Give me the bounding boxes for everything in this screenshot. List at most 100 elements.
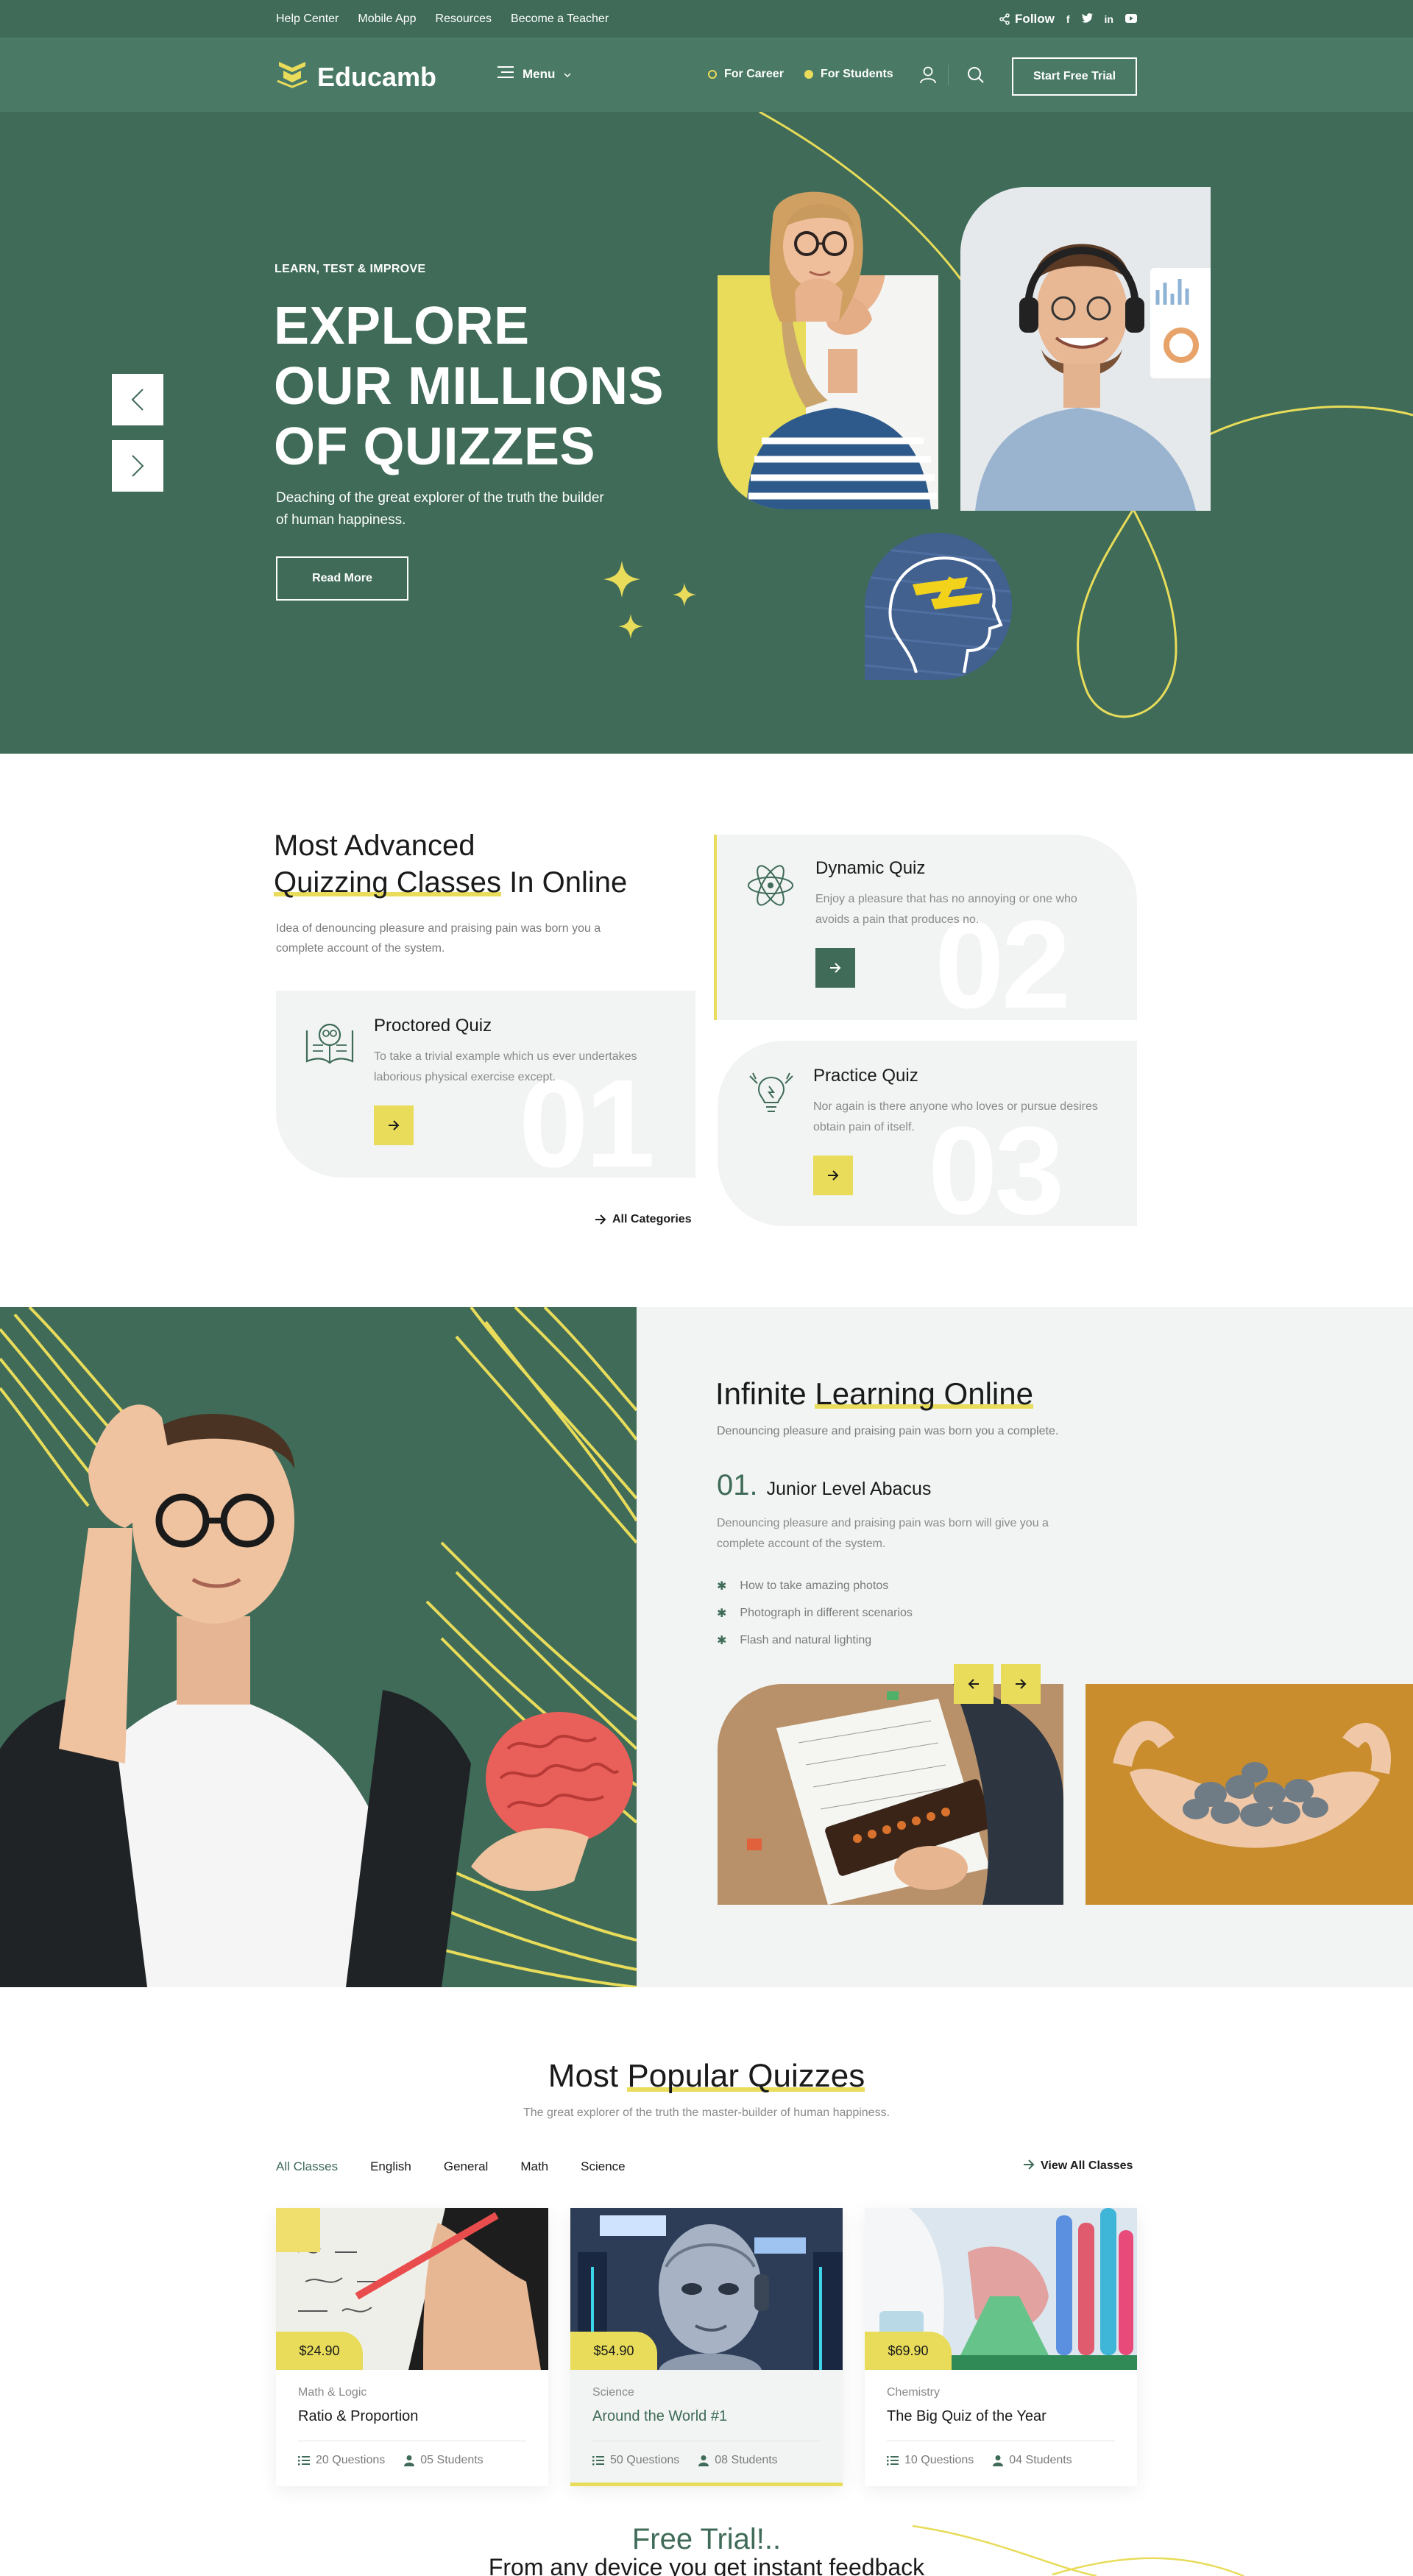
students-label: 05 Students bbox=[420, 2454, 484, 2466]
chevron-down-icon bbox=[564, 67, 571, 82]
price-badge: $24.90 bbox=[276, 2332, 363, 2370]
twitter-icon[interactable] bbox=[1081, 13, 1093, 25]
chevron-right-icon bbox=[132, 455, 144, 477]
quiz-filter-tabs: All Classes English General Math Science bbox=[276, 2159, 626, 2174]
tab-science[interactable]: Science bbox=[581, 2159, 625, 2174]
tab-math[interactable]: Math bbox=[520, 2159, 548, 2174]
category-card-proctored: 01 Proctored Quiz To take a trivial exam… bbox=[276, 991, 695, 1178]
hero-image-woman-head bbox=[751, 182, 876, 322]
hero-image-man-headphones bbox=[960, 187, 1211, 511]
categories-description: Idea of denouncing pleasure and praising… bbox=[276, 922, 601, 955]
tab-english[interactable]: English bbox=[370, 2159, 411, 2174]
list-item: ✱ Flash and natural lighting bbox=[717, 1627, 913, 1654]
card-arrow-button[interactable] bbox=[815, 948, 855, 988]
students-label: 08 Students bbox=[715, 2454, 778, 2466]
learning-item-number: 01. bbox=[717, 1469, 758, 1501]
card-text: Enjoy a pleasure that has no annoying or… bbox=[815, 893, 1077, 926]
quiz-category: Science bbox=[592, 2386, 634, 2399]
quiz-category: Chemistry bbox=[887, 2386, 941, 2399]
categories-title: Most Advanced Quizzing Classes In Online bbox=[274, 827, 627, 901]
all-categories-label: All Categories bbox=[612, 1213, 692, 1225]
slider-prev-button[interactable] bbox=[112, 374, 163, 425]
bullet-text: Flash and natural lighting bbox=[740, 1633, 872, 1646]
questions-count: 50 Questions bbox=[592, 2454, 679, 2467]
start-free-trial-button[interactable]: Start Free Trial bbox=[1012, 57, 1137, 96]
students-count: 04 Students bbox=[993, 2454, 1072, 2467]
top-link-resources[interactable]: Resources bbox=[436, 13, 492, 26]
students-label: 04 Students bbox=[1009, 2454, 1072, 2466]
quiz-title[interactable]: The Big Quiz of the Year bbox=[887, 2408, 1047, 2425]
arrow-right-icon bbox=[830, 963, 841, 973]
top-link-become-teacher[interactable]: Become a Teacher bbox=[511, 13, 609, 26]
quiz-category: Math & Logic bbox=[298, 2386, 367, 2399]
questions-count: 10 Questions bbox=[887, 2454, 974, 2467]
free-trial-title: Free Trial!.. bbox=[631, 2523, 782, 2555]
filled-dot-icon bbox=[804, 70, 813, 79]
questions-label: 10 Questions bbox=[904, 2454, 974, 2466]
learning-title-highlight: Learning Online bbox=[815, 1376, 1033, 1411]
student-icon bbox=[698, 2455, 709, 2466]
categories-title-line-1: Most Advanced bbox=[274, 829, 475, 862]
read-more-button[interactable]: Read More bbox=[276, 556, 408, 601]
hero-section: LEARN, TEST & IMPROVE EXPLORE OUR MILLIO… bbox=[0, 112, 1413, 754]
popular-title: Most Popular Quizzes bbox=[0, 2058, 1413, 2095]
popular-title-highlight: Popular Quizzes bbox=[627, 2058, 865, 2094]
quiz-card-ratio[interactable]: $24.90 Math & Logic Ratio & Proportion 2… bbox=[276, 2208, 548, 2486]
bullet-text: How to take amazing photos bbox=[740, 1579, 889, 1592]
menu-toggle[interactable]: Menu bbox=[497, 66, 571, 82]
user-icon[interactable] bbox=[920, 66, 936, 88]
quiz-title[interactable]: Ratio & Proportion bbox=[298, 2408, 418, 2425]
brand-name: Educamb bbox=[317, 61, 437, 92]
learning-bullets: ✱ How to take amazing photos ✱ Photograph … bbox=[717, 1572, 913, 1654]
quiz-meta: 20 Questions 05 Students bbox=[298, 2454, 484, 2467]
linkedin-icon[interactable]: in bbox=[1105, 13, 1113, 25]
hamburger-icon bbox=[497, 66, 514, 82]
learning-item-heading: 01. Junior Level Abacus bbox=[717, 1469, 931, 1502]
questions-label: 50 Questions bbox=[610, 2454, 680, 2466]
card-title: Dynamic Quiz bbox=[815, 858, 926, 878]
arrow-right-icon bbox=[595, 1214, 606, 1225]
questions-label: 20 Questions bbox=[316, 2454, 386, 2466]
quiz-card-around-world[interactable]: $54.90 Science Around the World #1 50 Qu… bbox=[570, 2208, 843, 2486]
tab-general[interactable]: General bbox=[444, 2159, 488, 2174]
learning-prev-button[interactable] bbox=[954, 1664, 994, 1704]
for-career-link[interactable]: For Career bbox=[708, 68, 784, 81]
card-arrow-button[interactable] bbox=[374, 1105, 414, 1145]
slider-next-button[interactable] bbox=[112, 440, 163, 492]
quiz-card-big-quiz[interactable]: $69.90 Chemistry The Big Quiz of the Yea… bbox=[865, 2208, 1137, 2486]
view-all-classes-link[interactable]: View All Classes bbox=[1023, 2159, 1133, 2173]
quiz-meta: 50 Questions 08 Students bbox=[592, 2454, 778, 2467]
students-count: 05 Students bbox=[404, 2454, 484, 2467]
learning-next-button[interactable] bbox=[1001, 1664, 1041, 1704]
brand-logo[interactable]: Educamb bbox=[276, 59, 436, 95]
facebook-icon[interactable]: f bbox=[1066, 13, 1070, 25]
learning-title-pre: Infinite bbox=[715, 1376, 815, 1411]
lightbulb-tools-icon bbox=[747, 1070, 796, 1122]
hero-title-line-2: OUR MILLIONS bbox=[274, 357, 664, 416]
search-icon[interactable] bbox=[967, 66, 985, 88]
students-count: 08 Students bbox=[698, 2454, 778, 2467]
student-icon bbox=[404, 2455, 415, 2466]
card-arrow-button[interactable] bbox=[813, 1156, 853, 1195]
all-categories-link[interactable]: All Categories bbox=[595, 1213, 692, 1226]
category-card-practice: 03 Practice Quiz Nor again is there anyo… bbox=[718, 1041, 1137, 1226]
menu-label: Menu bbox=[523, 66, 556, 81]
top-link-help-center[interactable]: Help Center bbox=[276, 13, 339, 26]
asterisk-icon: ✱ bbox=[717, 1607, 727, 1620]
list-item: ✱ How to take amazing photos bbox=[717, 1572, 913, 1599]
atom-icon bbox=[746, 861, 795, 913]
ring-dot-icon bbox=[708, 70, 717, 79]
list-icon bbox=[592, 2456, 604, 2466]
quiz-title[interactable]: Around the World #1 bbox=[592, 2408, 727, 2425]
card-title: Proctored Quiz bbox=[374, 1016, 492, 1036]
for-students-link[interactable]: For Students bbox=[804, 68, 893, 81]
top-bar: Help Center Mobile App Resources Become … bbox=[0, 0, 1413, 38]
questions-count: 20 Questions bbox=[298, 2454, 385, 2467]
tab-all-classes[interactable]: All Classes bbox=[276, 2159, 338, 2174]
share-icon: Follow bbox=[999, 12, 1055, 26]
price-badge: $54.90 bbox=[570, 2332, 657, 2370]
categories-title-rest: In Online bbox=[501, 866, 628, 899]
top-link-mobile-app[interactable]: Mobile App bbox=[358, 13, 416, 26]
youtube-icon[interactable] bbox=[1125, 13, 1137, 25]
asterisk-icon: ✱ bbox=[717, 1634, 727, 1647]
